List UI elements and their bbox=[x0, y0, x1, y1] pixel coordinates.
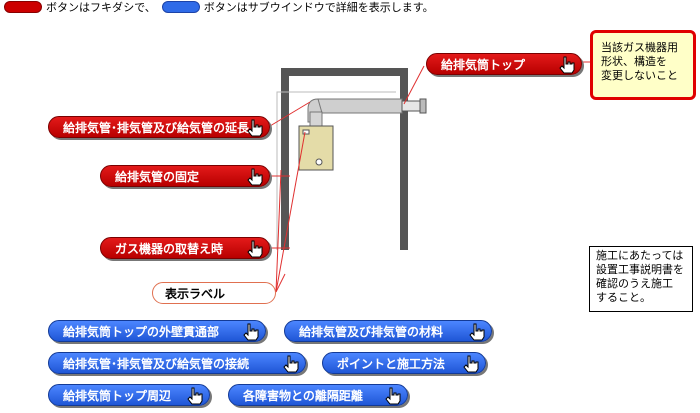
warning-line-3: 変更しないこと bbox=[601, 69, 678, 82]
hand-pointer-icon bbox=[187, 387, 203, 405]
duct-connection-button[interactable]: 給排気管･排気管及び給気管の接続 bbox=[48, 352, 306, 374]
room-outline bbox=[276, 91, 396, 250]
warning-note: 当該ガス機器用 形状、構造を 変更しないこと bbox=[590, 30, 696, 100]
duct-material-label: 給排気管及び排気管の材料 bbox=[299, 324, 444, 339]
hand-pointer-icon bbox=[247, 240, 263, 258]
flue-top-surroundings-button[interactable]: 給排気筒トップ周辺 bbox=[48, 384, 210, 406]
duct-material-button[interactable]: 給排気管及び排気管の材料 bbox=[284, 320, 492, 342]
warning-line-1: 当該ガス機器用 bbox=[601, 41, 678, 54]
note-line-3: 確認のうえ施工 bbox=[596, 277, 673, 290]
flue-top-surroundings-label: 給排気筒トップ周辺 bbox=[63, 388, 172, 403]
hand-pointer-icon bbox=[247, 168, 263, 186]
flue-top-tip bbox=[419, 98, 427, 114]
leader-lines bbox=[269, 61, 592, 293]
duct-connection-label: 給排気管･排気管及び給気管の接続 bbox=[63, 356, 250, 371]
appliance-replacement-label: ガス機器の取替え時 bbox=[115, 241, 224, 256]
clearance-distance-label: 各障害物との離隔距離 bbox=[243, 388, 363, 403]
note-line-2: 設置工事説明書を bbox=[596, 263, 684, 276]
hand-pointer-icon bbox=[469, 323, 485, 341]
display-label-text: 表示ラベル bbox=[165, 286, 226, 301]
duct-extension-label: 給排気管･排気管及び給気管の延長 bbox=[63, 120, 250, 135]
duct-extension-button[interactable]: 給排気管･排気管及び給気管の延長 bbox=[48, 116, 270, 138]
hand-pointer-icon bbox=[243, 323, 259, 341]
wall-penetration-button[interactable]: 給排気筒トップの外壁貫通部 bbox=[48, 320, 266, 342]
points-method-button[interactable]: ポイントと施工方法 bbox=[322, 352, 486, 374]
points-method-label: ポイントと施工方法 bbox=[337, 356, 446, 371]
hand-pointer-icon bbox=[247, 119, 263, 137]
warning-line-2: 形状、構造を bbox=[601, 55, 667, 68]
flue-top-label: 給排気筒トップ bbox=[441, 57, 526, 72]
flue-top-button[interactable]: 給排気筒トップ bbox=[426, 53, 582, 75]
wall-penetration-label: 給排気筒トップの外壁貫通部 bbox=[63, 324, 220, 339]
appliance-knob bbox=[315, 158, 323, 166]
clearance-distance-button[interactable]: 各障害物との離隔距離 bbox=[228, 384, 408, 406]
duct-fixing-label: 給排気管の固定 bbox=[115, 169, 200, 184]
hand-pointer-icon bbox=[559, 56, 575, 74]
hand-pointer-icon bbox=[463, 355, 479, 373]
hand-pointer-icon bbox=[283, 355, 299, 373]
construction-note: 施工にあたっては 設置工事説明書を 確認のうえ施工 すること。 bbox=[589, 246, 693, 312]
note-line-1: 施工にあたっては bbox=[596, 249, 684, 262]
horizontal-duct bbox=[317, 98, 403, 114]
note-line-4: すること。 bbox=[596, 291, 651, 304]
display-label-callout: 表示ラベル bbox=[152, 282, 276, 304]
display-label-marker bbox=[302, 129, 310, 135]
hand-pointer-icon bbox=[385, 387, 401, 405]
duct-fixing-button[interactable]: 給排気管の固定 bbox=[100, 165, 270, 187]
appliance-replacement-button[interactable]: ガス機器の取替え時 bbox=[100, 237, 270, 259]
